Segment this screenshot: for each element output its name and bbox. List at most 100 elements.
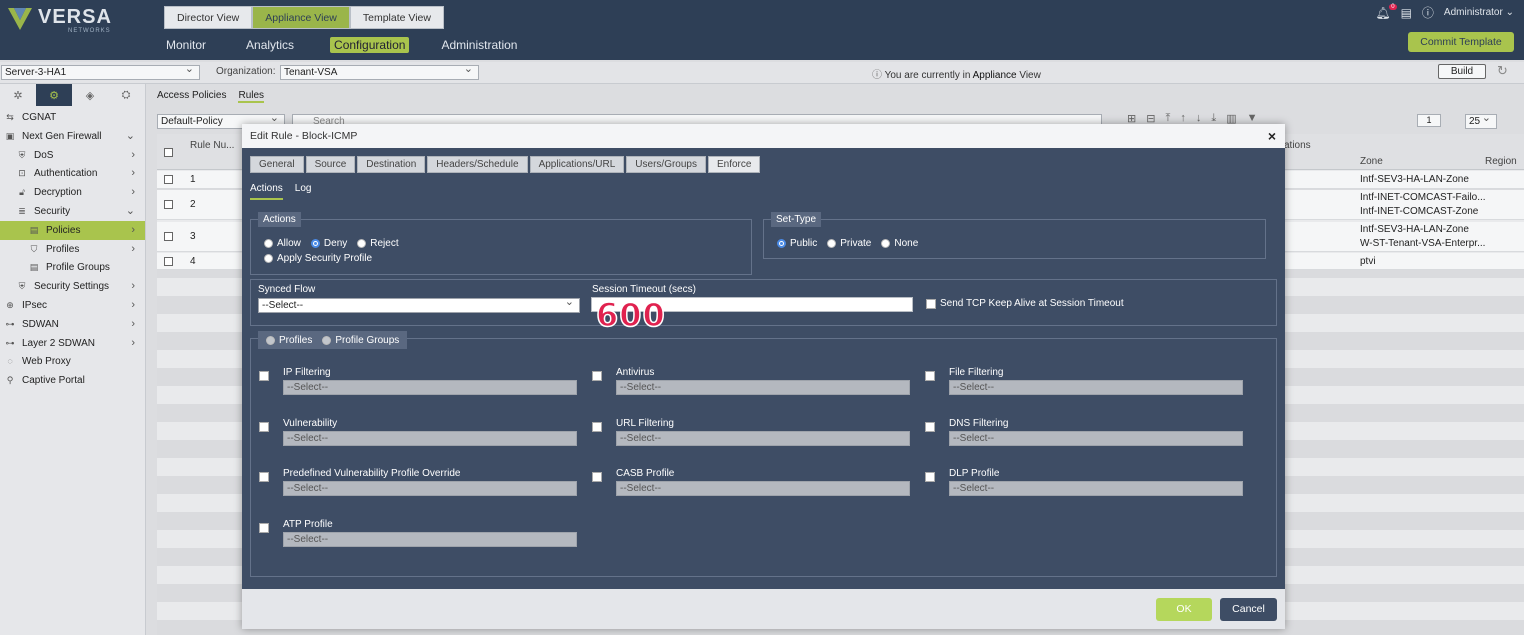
- sidebar-item-dos[interactable]: ⛨ DoS ›: [0, 146, 145, 165]
- chevron-right-icon[interactable]: ›: [131, 296, 135, 315]
- sidebar-item-security-settings[interactable]: ⛨ Security Settings ›: [0, 277, 145, 296]
- tab-headers-schedule[interactable]: Headers/Schedule: [427, 156, 528, 173]
- notifications-bell-icon[interactable]: 🔔︎ 0: [1375, 3, 1397, 20]
- sidebar-item-next-gen-firewall[interactable]: ▣ Next Gen Firewall ⌄: [0, 127, 145, 146]
- tab-users-groups[interactable]: Users/Groups: [626, 156, 706, 173]
- ip-filtering-select[interactable]: --Select--: [283, 380, 577, 395]
- close-icon[interactable]: ×: [1268, 124, 1276, 148]
- sidebar-item-policies[interactable]: ▤ Policies ›: [0, 220, 145, 240]
- user-menu[interactable]: Administrator ⌄: [1444, 7, 1514, 18]
- chevron-right-icon[interactable]: ›: [131, 240, 135, 259]
- tab-source[interactable]: Source: [305, 156, 356, 173]
- build-button[interactable]: Build: [1438, 64, 1486, 79]
- reject-radio[interactable]: [357, 239, 367, 248]
- per-page-select[interactable]: 25: [1465, 112, 1497, 129]
- appliance-view-tab[interactable]: Appliance View: [252, 6, 350, 29]
- sidebar-item-profiles[interactable]: ⛉ Profiles ›: [0, 240, 145, 259]
- rule-number-header[interactable]: Rule Nu...: [190, 140, 234, 151]
- subtab-log[interactable]: Log: [295, 183, 312, 200]
- refresh-icon[interactable]: ↻: [1497, 63, 1508, 79]
- dlp-profile-select[interactable]: --Select--: [949, 481, 1243, 496]
- row-checkbox[interactable]: [164, 256, 173, 266]
- allow-radio[interactable]: [264, 239, 273, 248]
- casb-profile-select[interactable]: --Select--: [616, 481, 910, 496]
- file-filtering-select[interactable]: --Select--: [949, 380, 1243, 395]
- row-checkbox[interactable]: [164, 200, 173, 209]
- subtab-actions[interactable]: Actions: [250, 183, 283, 200]
- vulnerability-select[interactable]: --Select--: [283, 430, 577, 446]
- url-filtering-checkbox[interactable]: [592, 421, 602, 432]
- chevron-right-icon[interactable]: ›: [131, 315, 135, 334]
- synced-flow-select[interactable]: --Select--: [258, 296, 580, 313]
- nav-monitor[interactable]: Monitor: [166, 37, 206, 53]
- select-all-checkbox[interactable]: [164, 148, 173, 157]
- sidebar-item-web-proxy[interactable]: ◌ Web Proxy: [0, 352, 145, 371]
- tcp-keepalive-checkbox[interactable]: [926, 299, 936, 309]
- commit-template-button[interactable]: Commit Template: [1408, 32, 1514, 52]
- nav-analytics[interactable]: Analytics: [246, 37, 294, 53]
- sidebar-item-profile-groups[interactable]: ▤ Profile Groups: [0, 258, 145, 277]
- nav-configuration[interactable]: Configuration: [330, 37, 410, 53]
- atp-profile-select[interactable]: --Select--: [283, 531, 577, 547]
- chevron-right-icon[interactable]: ›: [131, 334, 135, 353]
- sidebar-item-sdwan[interactable]: ⊶ SDWAN ›: [0, 315, 145, 334]
- tasks-list-icon[interactable]: ▤: [1401, 6, 1412, 20]
- antivirus-select[interactable]: --Select--: [616, 380, 910, 395]
- url-filtering-select[interactable]: --Select--: [616, 430, 910, 446]
- ok-button[interactable]: OK: [1156, 598, 1212, 621]
- sidebar-item-captive-portal[interactable]: ⚲ Captive Portal: [0, 371, 145, 390]
- others-icon[interactable]: ⛭: [108, 84, 144, 106]
- info-icon[interactable]: ⓘ: [1422, 4, 1434, 21]
- private-radio[interactable]: [827, 239, 837, 248]
- objects-cube-icon[interactable]: ◈: [72, 84, 108, 106]
- nav-administration[interactable]: Administration: [441, 37, 517, 53]
- chevron-down-icon[interactable]: ⌄: [126, 202, 135, 221]
- zone-header[interactable]: Zone: [1360, 156, 1383, 167]
- dlp-profile-checkbox[interactable]: [925, 472, 935, 482]
- appliance-select[interactable]: Server-3-HA1: [1, 63, 200, 80]
- profile-groups-radio[interactable]: [322, 335, 332, 345]
- template-view-tab[interactable]: Template View: [349, 6, 444, 29]
- sidebar-item-security[interactable]: ≣ Security ⌄: [0, 202, 145, 221]
- cancel-button[interactable]: Cancel: [1220, 598, 1277, 621]
- profiles-radio[interactable]: [266, 335, 275, 345]
- region-header[interactable]: Region: [1485, 156, 1517, 167]
- atp-profile-checkbox[interactable]: [259, 522, 269, 533]
- sidebar-item-authentication[interactable]: ⊡ Authentication ›: [0, 164, 145, 183]
- predefined-vulnerability-profile-override-checkbox[interactable]: [259, 472, 269, 482]
- networking-icon[interactable]: ✲: [0, 84, 36, 106]
- vulnerability-checkbox[interactable]: [259, 421, 269, 432]
- none-radio[interactable]: [881, 239, 891, 248]
- sidebar-item-layer-2-sdwan[interactable]: ⊶ Layer 2 SDWAN ›: [0, 334, 145, 353]
- tab-general[interactable]: General: [250, 156, 304, 173]
- tab-enforce[interactable]: Enforce: [707, 156, 761, 173]
- tab-access-policies[interactable]: Access Policies: [157, 90, 226, 103]
- organization-select[interactable]: Tenant-VSA: [280, 63, 479, 80]
- chevron-right-icon[interactable]: ›: [131, 164, 135, 183]
- chevron-right-icon[interactable]: ›: [131, 277, 135, 296]
- row-checkbox[interactable]: [164, 175, 173, 184]
- casb-profile-checkbox[interactable]: [592, 472, 602, 482]
- tab-applications-url[interactable]: Applications/URL: [529, 156, 625, 173]
- sidebar-item-ipsec[interactable]: ⊕ IPsec ›: [0, 296, 145, 315]
- predefined-vulnerability-profile-override-select[interactable]: --Select--: [283, 481, 577, 496]
- public-radio[interactable]: [777, 239, 786, 248]
- page-number-input[interactable]: 1: [1417, 114, 1441, 127]
- chevron-down-icon[interactable]: ⌄: [126, 127, 135, 146]
- dns-filtering-select[interactable]: --Select--: [949, 430, 1243, 446]
- dns-filtering-checkbox[interactable]: [925, 421, 935, 432]
- chevron-right-icon[interactable]: ›: [131, 146, 135, 165]
- tab-destination[interactable]: Destination: [357, 156, 426, 173]
- antivirus-checkbox[interactable]: [592, 371, 602, 381]
- file-filtering-checkbox[interactable]: [925, 371, 935, 381]
- sidebar-item-cgnat[interactable]: ⇆ CGNAT: [0, 108, 145, 127]
- services-gear-icon[interactable]: ⚙: [36, 84, 72, 106]
- apply-security-profile-radio[interactable]: [264, 254, 273, 263]
- director-view-tab[interactable]: Director View: [164, 6, 253, 29]
- deny-radio[interactable]: [310, 239, 320, 248]
- chevron-right-icon[interactable]: ›: [131, 221, 135, 240]
- versa-logo[interactable]: VERSA NETWORKS: [6, 4, 146, 44]
- ip-filtering-checkbox[interactable]: [259, 371, 269, 381]
- tab-rules[interactable]: Rules: [238, 90, 265, 103]
- chevron-right-icon[interactable]: ›: [131, 183, 135, 202]
